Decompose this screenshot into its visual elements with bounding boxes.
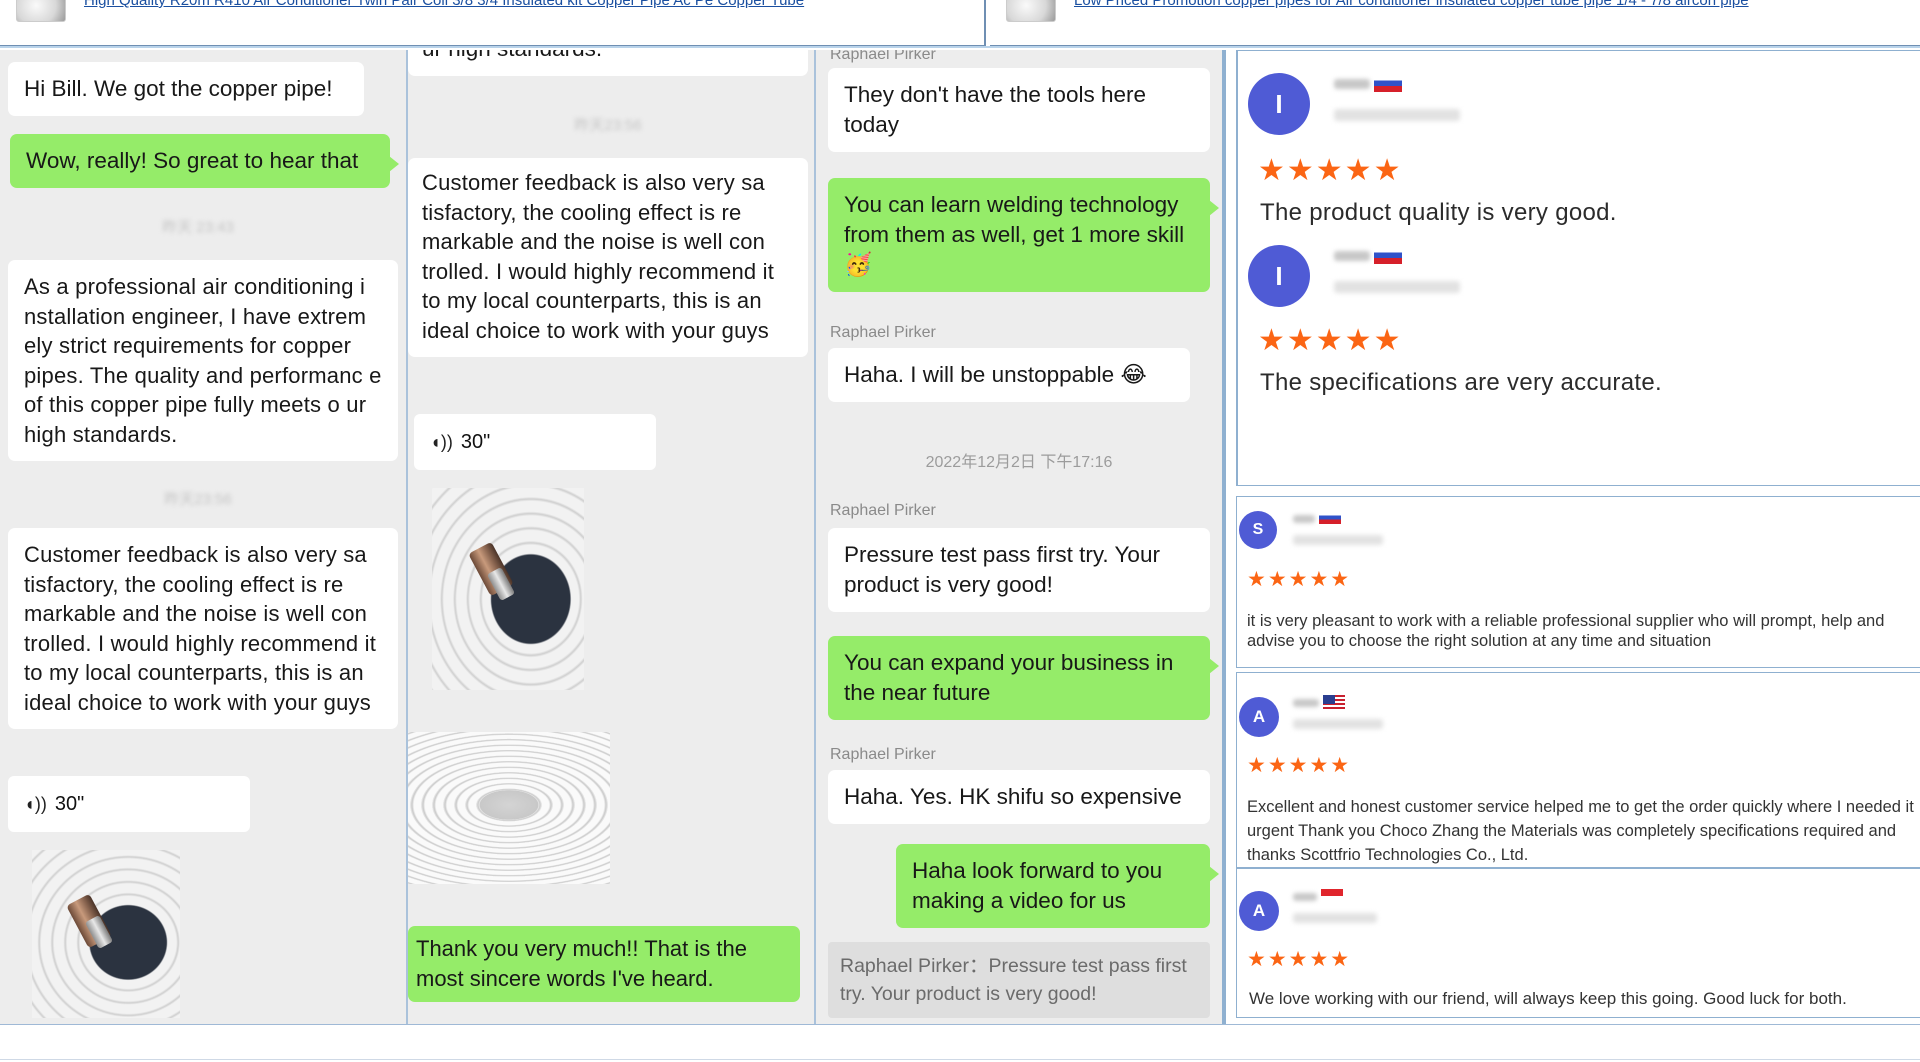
sender-name: Raphael Pirker xyxy=(830,324,936,341)
avatar: S xyxy=(1239,511,1277,549)
flag-ru-icon xyxy=(1374,247,1402,264)
reviewer-name xyxy=(1293,699,1319,707)
avatar: A xyxy=(1239,697,1279,737)
review-text: it is very pleasant to work with a relia… xyxy=(1247,612,1885,650)
sender-name: Raphael Pirker xyxy=(830,502,936,519)
flag-ru-icon xyxy=(1319,511,1341,524)
chat-timestamp: 昨天23:56 xyxy=(574,117,642,134)
sender-name: Raphael Pirker xyxy=(830,50,936,63)
voice-duration: 30" xyxy=(460,430,491,453)
chat-message: Haha look forward to you making a video … xyxy=(896,844,1219,928)
quoted-message: Raphael Pirker：Pressure test pass first … xyxy=(828,942,1210,1018)
rating-stars: ★★★★★ xyxy=(1258,324,1403,357)
product-title-link[interactable]: Low Priced Promotion copper pipes for Ai… xyxy=(1074,0,1749,9)
review-text: We love working with our friend, will al… xyxy=(1249,989,1847,1008)
review-card-double: I ★★★★★ The product quality is very good… xyxy=(1236,50,1920,486)
avatar: I xyxy=(1248,73,1310,135)
product-thumbnail xyxy=(1006,0,1056,22)
review-card: A ★★★★★ Excellent and honest customer se… xyxy=(1236,672,1920,868)
chat-timestamp: 昨天23:56 xyxy=(164,491,232,508)
sender-name: Raphael Pirker xyxy=(830,746,936,763)
reviewer-name xyxy=(1334,251,1370,261)
chat-timestamp: 2022年12月2日 下午17:16 xyxy=(925,454,1113,471)
review-date xyxy=(1293,535,1383,545)
voice-message[interactable]: ◖)) 30" xyxy=(414,414,656,470)
review-date xyxy=(1334,109,1460,121)
bottom-bar xyxy=(0,1024,1920,1062)
product-title-link[interactable]: High Quality R20m R410 Air Conditioner T… xyxy=(84,0,804,9)
chat-timestamp: 昨天 23:43 xyxy=(162,219,234,236)
avatar: A xyxy=(1239,891,1279,931)
product-strip: High Quality R20m R410 Air Conditioner T… xyxy=(0,0,1920,48)
chat-message: You can learn welding technology from th… xyxy=(828,178,1219,292)
reviews-panel: I ★★★★★ The product quality is very good… xyxy=(1224,50,1920,1024)
flag-us-icon xyxy=(1323,695,1345,709)
chat-message: As a professional air conditioning i nst… xyxy=(8,260,398,461)
review-card: A ★★★★★ We love working with our friend,… xyxy=(1236,868,1920,1018)
pipe-roll-photo[interactable] xyxy=(408,732,610,884)
voice-wave-icon: ◖)) xyxy=(430,431,453,452)
voice-wave-icon: ◖)) xyxy=(24,793,47,814)
chat-message: You can expand your business in the near… xyxy=(828,636,1219,720)
review-item: I ★★★★★ The product quality is very good… xyxy=(1238,51,1920,269)
chat-message: Thank you very much!! That is the most s… xyxy=(408,926,800,1002)
pipe-photo[interactable] xyxy=(32,850,180,1018)
voice-duration: 30" xyxy=(54,792,85,815)
review-date xyxy=(1293,913,1377,923)
review-card: S ★★★★★ it is very pleasant to work with… xyxy=(1236,496,1920,668)
pipe-photo[interactable] xyxy=(432,488,584,690)
reviewer-name xyxy=(1293,893,1317,901)
chat-message: Customer feedback is also very sa tisfac… xyxy=(8,528,398,729)
rating-stars: ★★★★★ xyxy=(1247,754,1352,777)
chat-message: Customer feedback is also very sa tisfac… xyxy=(408,158,808,357)
flag-ru-icon xyxy=(1374,75,1402,92)
product-link-2[interactable]: Low Priced Promotion copper pipes for Ai… xyxy=(990,0,1920,46)
chat-message: Wow, really! So great to hear that xyxy=(10,134,399,188)
chat-screenshot-2: ur high standards. 昨天23:56 Customer feed… xyxy=(406,50,814,1024)
chat-screenshot-1: Hi Bill. We got the copper pipe! Wow, re… xyxy=(0,50,406,1024)
review-text: The product quality is very good. xyxy=(1260,199,1617,226)
review-text: The specifications are very accurate. xyxy=(1260,369,1662,396)
rating-stars: ★★★★★ xyxy=(1247,948,1352,971)
chat-screenshot-3: Raphael Pirker They don't have the tools… xyxy=(814,50,1224,1024)
rating-stars: ★★★★★ xyxy=(1247,568,1352,591)
chat-message: Haha. Yes. HK shifu so expensive xyxy=(828,770,1210,824)
review-date xyxy=(1334,281,1460,293)
avatar: I xyxy=(1248,245,1310,307)
flag-sg-icon xyxy=(1321,889,1343,903)
review-text: Excellent and honest customer service he… xyxy=(1247,798,1914,864)
chat-message: ur high standards. xyxy=(408,50,808,76)
product-thumbnail xyxy=(16,0,66,22)
chat-message: They don't have the tools here today xyxy=(828,68,1210,152)
review-date xyxy=(1293,719,1383,729)
product-link-1[interactable]: High Quality R20m R410 Air Conditioner T… xyxy=(0,0,986,46)
voice-message[interactable]: ◖)) 30" xyxy=(8,776,250,832)
reviewer-name xyxy=(1293,515,1315,523)
chat-message: Haha. I will be unstoppable 😂 xyxy=(828,348,1190,402)
chat-message: Pressure test pass first try. Your produ… xyxy=(828,528,1210,612)
review-item: I ★★★★★ The specifications are very accu… xyxy=(1238,245,1920,485)
reviewer-name xyxy=(1334,79,1370,89)
rating-stars: ★★★★★ xyxy=(1258,154,1403,187)
chat-message: Hi Bill. We got the copper pipe! xyxy=(8,62,364,116)
